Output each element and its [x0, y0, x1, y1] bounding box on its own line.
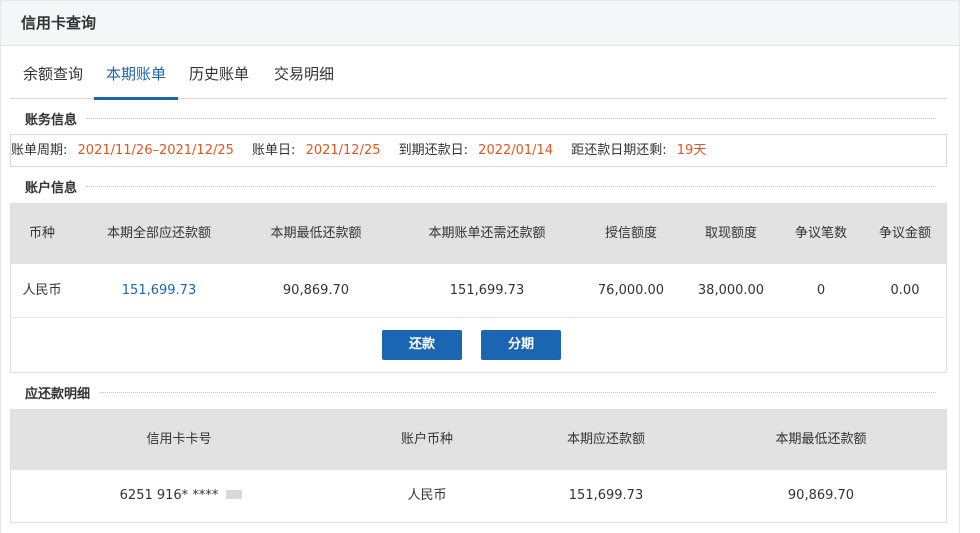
repayment-detail-divider — [100, 392, 936, 393]
tab-current-bill[interactable]: 本期账单 — [94, 50, 178, 100]
bill-period-label: 账单周期: — [11, 143, 68, 158]
card-number-cell: 6251 916* **** — [91, 470, 271, 522]
col-dispute-count: 争议笔数 — [794, 226, 847, 241]
col-due-amount: 本期应还款额 — [566, 432, 645, 447]
dispute-count-value: 0 — [816, 283, 826, 298]
due-date-value: 2022/01/14 — [478, 143, 554, 158]
tab-history-bill[interactable]: 历史账单 — [186, 50, 252, 99]
remaining-due-value: 151,699.73 — [449, 283, 525, 298]
credit-limit-value: 76,000.00 — [597, 283, 665, 298]
col-dispute-amount: 争议金额 — [878, 226, 931, 241]
table-row: 人民币 151,699.73 90,869.70 151,699.73 76,0… — [11, 264, 946, 318]
bill-date-value: 2021/12/25 — [305, 143, 381, 158]
due-amount-value: 151,699.73 — [568, 488, 644, 503]
col-min-amount: 本期最低还款额 — [775, 432, 867, 447]
cash-limit-value: 38,000.00 — [697, 283, 765, 298]
billing-info-title: 账务信息 — [25, 113, 78, 128]
due-date-label: 到期还款日: — [398, 143, 469, 158]
min-due-value: 90,869.70 — [282, 283, 350, 298]
remaining-days-value: 19天 — [676, 143, 707, 158]
col-min-due: 本期最低还款额 — [270, 226, 362, 241]
col-card-number: 信用卡卡号 — [146, 432, 212, 447]
bill-period-value: 2021/11/26–2021/12/25 — [77, 143, 234, 158]
currency-value: 人民币 — [22, 283, 62, 298]
repay-button[interactable]: 还款 — [382, 330, 462, 360]
col-cash-limit: 取现额度 — [704, 226, 757, 241]
col-account-currency: 账户币种 — [400, 432, 453, 447]
account-table-header: 币种 本期全部应还款额 本期最低还款额 本期账单还需还款额 授信额度 取现额度 … — [11, 204, 946, 264]
dispute-amount-value: 0.00 — [890, 283, 920, 298]
installment-button[interactable]: 分期 — [481, 330, 561, 360]
panel-title: 信用卡查询 — [1, 1, 959, 46]
card-icon — [226, 490, 243, 499]
col-currency: 币种 — [28, 226, 55, 241]
account-info-table: 币种 本期全部应还款额 本期最低还款额 本期账单还需还款额 授信额度 取现额度 … — [10, 203, 947, 373]
account-currency-value: 人民币 — [407, 488, 447, 503]
col-total-due: 本期全部应还款额 — [106, 226, 211, 241]
total-due-link[interactable]: 151,699.73 — [91, 264, 227, 318]
account-info-title: 账户信息 — [25, 181, 78, 196]
table-row: 6251 916* **** 人民币 151,699.73 90,869.70 — [11, 470, 946, 522]
repayment-table-header: 信用卡卡号 账户币种 本期应还款额 本期最低还款额 — [11, 410, 946, 470]
billing-info-bar: 账单周期: 2021/11/26–2021/12/25 账单日: 2021/12… — [10, 134, 947, 167]
tab-bar: 余额查询 本期账单 历史账单 交易明细 — [10, 50, 947, 100]
repayment-detail-table: 信用卡卡号 账户币种 本期应还款额 本期最低还款额 6251 916* ****… — [10, 409, 947, 523]
min-amount-value: 90,869.70 — [787, 488, 855, 503]
repayment-detail-title: 应还款明细 — [25, 387, 91, 402]
billing-info-divider — [86, 118, 936, 119]
remaining-days-label: 距还款日期还剩: — [571, 143, 667, 158]
account-info-divider — [86, 186, 936, 187]
tab-transaction-detail[interactable]: 交易明细 — [270, 50, 338, 99]
card-number-value: 6251 916* **** — [119, 488, 219, 503]
tab-balance-query[interactable]: 余额查询 — [20, 50, 86, 99]
col-remaining-due: 本期账单还需还款额 — [428, 226, 546, 241]
col-credit-limit: 授信额度 — [604, 226, 657, 241]
bill-date-label: 账单日: — [252, 143, 296, 158]
